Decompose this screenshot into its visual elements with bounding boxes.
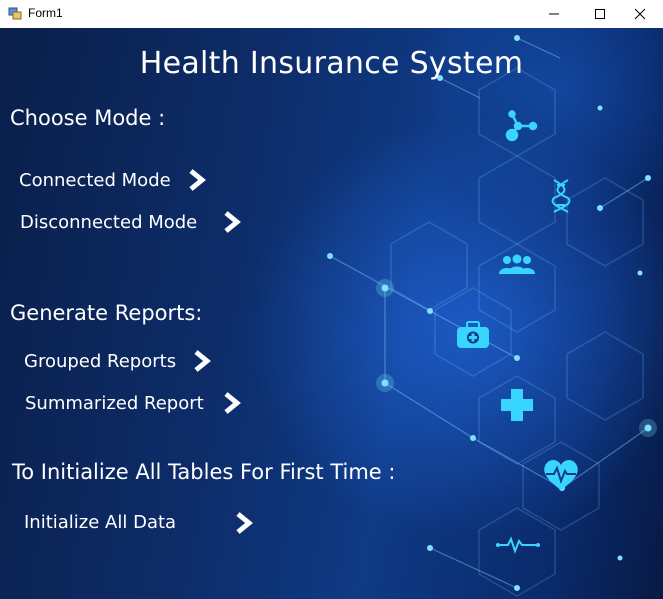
connected-mode-button[interactable]: Connected Mode [19,170,171,191]
people-icon [499,254,535,274]
minimize-button[interactable] [531,0,577,28]
medical-kit-icon [457,321,489,348]
close-icon [634,8,646,20]
connected-mode-label: Connected Mode [19,170,171,191]
maximize-icon [595,9,605,19]
close-button[interactable] [617,0,663,28]
initialize-all-data-button[interactable]: Initialize All Data [24,512,176,533]
title-bar: Form1 [0,0,663,28]
summarized-report-button[interactable]: Summarized Report [25,393,204,414]
heartbeat-icon [544,459,578,490]
initialize-all-data-label: Initialize All Data [24,512,177,533]
minimize-icon [549,13,559,15]
grouped-reports-button[interactable]: Grouped Reports [24,351,176,372]
disconnected-mode-button[interactable]: Disconnected Mode [20,212,197,233]
molecule-icon [505,110,538,142]
summarized-report-chevron-icon[interactable] [222,391,242,415]
app-icon [8,7,22,20]
page-title: Health Insurance System [139,46,524,81]
pulse-line-icon [496,536,540,554]
cross-icon [501,389,533,421]
disconnected-mode-chevron-icon[interactable] [222,210,242,234]
window-title: Form1 [28,6,63,20]
choose-mode-label: Choose Mode : [10,106,166,130]
disconnected-mode-label: Disconnected Mode [20,212,198,233]
initialize-tables-label: To Initialize All Tables For First Time … [12,460,396,484]
summarized-report-label: Summarized Report [25,393,204,414]
connected-mode-chevron-icon[interactable] [187,168,207,192]
grouped-reports-label: Grouped Reports [24,351,177,372]
initialize-all-data-chevron-icon[interactable] [234,511,254,535]
dna-icon [551,179,571,213]
grouped-reports-chevron-icon[interactable] [192,349,212,373]
main-panel: Health Insurance System Choose Mode : Co… [0,28,663,599]
generate-reports-label: Generate Reports: [10,301,203,325]
